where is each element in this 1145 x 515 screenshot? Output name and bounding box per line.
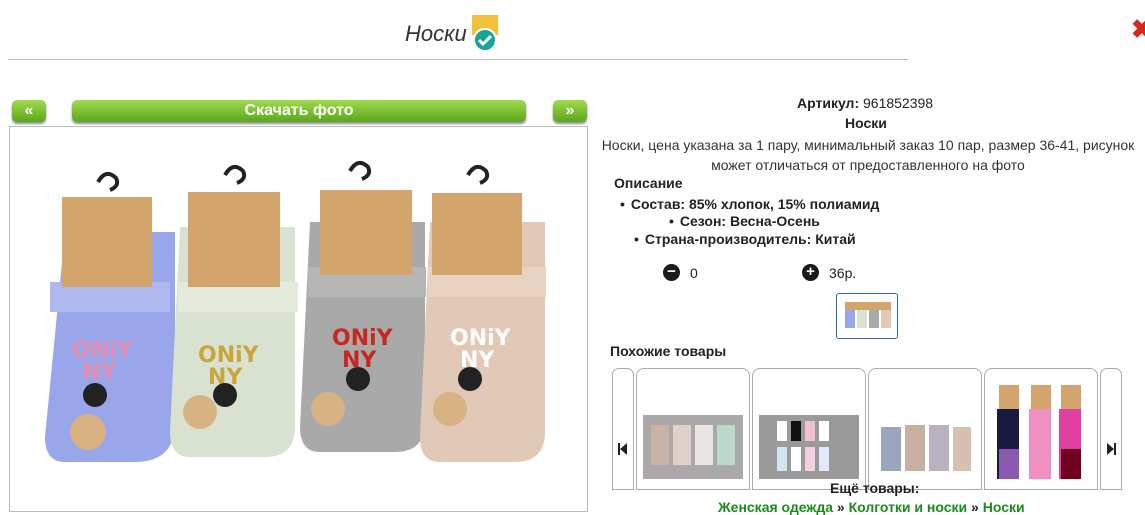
sock-beige-image: ONiY NY [420, 164, 546, 462]
similar-item[interactable] [984, 368, 1098, 490]
minus-icon[interactable]: − [663, 264, 680, 281]
carousel-next-button[interactable] [1100, 368, 1122, 490]
article-label: Артикул: [797, 95, 860, 111]
quantity-control: − 0 [663, 264, 698, 281]
similar-item[interactable] [636, 368, 750, 490]
product-description: Носки, цена указана за 1 пару, минимальн… [601, 137, 1135, 173]
sock-mint-image: ONiY NY [170, 164, 298, 457]
quantity-value: 0 [690, 264, 698, 281]
price-control: + 36р. [802, 264, 856, 281]
similar-title: Похожие товары [610, 343, 727, 359]
breadcrumb: Женская одежда » Колготки и носки » Носк… [718, 499, 1025, 515]
breadcrumb-link-tights-socks[interactable]: Колготки и носки [849, 499, 968, 515]
verified-check-icon [471, 15, 499, 53]
svg-text:NY: NY [82, 360, 117, 385]
product-photo[interactable]: ONiY NY ONiY NY ONiY NY ONiY NY [9, 126, 588, 512]
sock-blue-image: ONiY NY [45, 171, 175, 462]
photo-thumbnail[interactable] [836, 293, 898, 339]
breadcrumb-separator: » [971, 499, 979, 515]
similar-item[interactable] [752, 368, 866, 490]
carousel-prev-button[interactable] [612, 368, 634, 490]
title-divider [8, 59, 908, 60]
page-title-text: Носки [405, 21, 467, 46]
prev-photo-button[interactable]: « [12, 100, 46, 122]
sock-grey-image: ONiY NY [300, 160, 426, 452]
download-photo-button[interactable]: Скачать фото [72, 100, 526, 122]
property-composition: Состав: 85% хлопок, 15% полиамид [620, 196, 880, 212]
price-value: 36р. [829, 264, 857, 281]
property-country: Страна-производитель: Китай [634, 231, 856, 247]
product-name: Носки [845, 115, 887, 131]
similar-item[interactable] [868, 368, 982, 490]
page-title: Носки [405, 14, 499, 54]
breadcrumb-link-socks[interactable]: Носки [983, 499, 1025, 515]
article-value: 961852398 [863, 95, 934, 111]
close-icon[interactable]: ✖ [1131, 16, 1145, 42]
next-photo-button[interactable]: » [553, 100, 587, 122]
description-title: Описание [614, 175, 683, 191]
property-season: Сезон: Весна-Осень [669, 213, 820, 229]
article-number: Артикул: 961852398 [797, 95, 933, 111]
plus-icon[interactable]: + [802, 264, 819, 281]
breadcrumb-separator: » [836, 499, 845, 515]
breadcrumb-link-women-clothing[interactable]: Женская одежда [718, 499, 833, 515]
more-products-title: Ещё товары: [830, 480, 920, 496]
